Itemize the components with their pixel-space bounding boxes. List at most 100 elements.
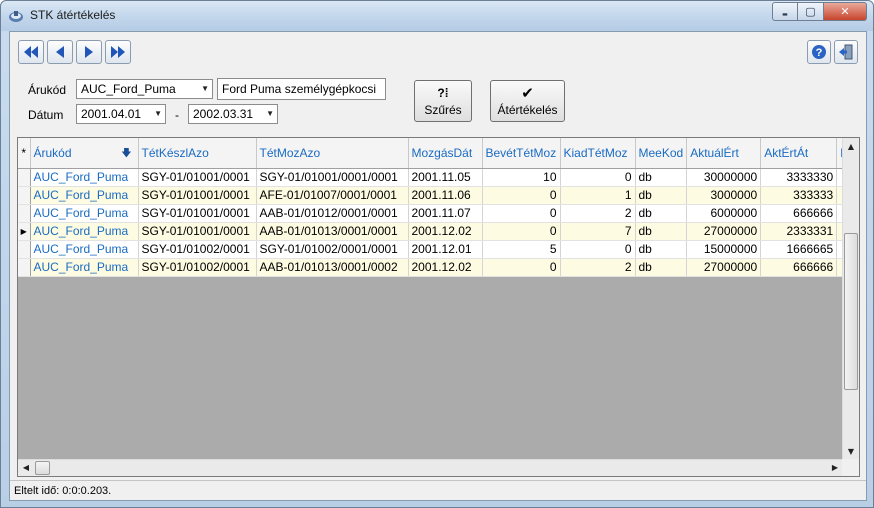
table-cell[interactable]: AUC_Ford_Puma (30, 240, 139, 259)
next-record-button[interactable] (76, 40, 102, 64)
table-cell[interactable]: AAB-01/01012/0001/0001 (256, 204, 409, 223)
table-cell[interactable]: AUC_Ford_Puma (30, 168, 139, 187)
table-cell[interactable]: 6000000 (686, 204, 762, 223)
table-cell[interactable]: 2 (560, 258, 636, 277)
table-cell[interactable]: AAB-01/01013/0001/0001 (256, 222, 409, 241)
table-cell[interactable]: db (635, 240, 688, 259)
table-cell[interactable]: SGY-01/01002/0001 (138, 258, 257, 277)
datum-to-picker[interactable]: 2002.03.31 ▼ (188, 104, 278, 124)
table-cell[interactable]: AAB-01/01013/0001/0002 (256, 258, 409, 277)
table-cell[interactable]: 2001.12.02 (408, 258, 483, 277)
table-cell[interactable]: 3333330 (760, 168, 838, 187)
table-row[interactable]: AUC_Ford_Puma SGY-01/01001/0001 AAB-01/010… (18, 204, 858, 223)
table-cell[interactable]: AUC_Ford_Puma (30, 258, 139, 277)
table-cell[interactable]: 0 (482, 258, 561, 277)
maximize-button[interactable]: ▢ (798, 2, 824, 21)
table-cell[interactable]: AUC_Ford_Puma (30, 186, 139, 205)
table-row[interactable]: AUC_Ford_Puma SGY-01/01001/0001 SGY-01/010… (18, 168, 858, 187)
table-cell[interactable]: 27000000 (686, 222, 762, 241)
scroll-up-icon[interactable]: ▲ (843, 138, 859, 155)
table-row[interactable]: AUC_Ford_Puma SGY-01/01002/0001 AAB-01/010… (18, 258, 858, 277)
table-row[interactable]: AUC_Ford_Puma SGY-01/01001/0001 AFE-01/010… (18, 186, 858, 205)
table-cell[interactable]: SGY-01/01001/0001 (138, 186, 257, 205)
table-cell[interactable]: 2001.12.01 (408, 240, 483, 259)
table-cell[interactable]: 27000000 (686, 258, 762, 277)
table-cell[interactable]: 15000000 (686, 240, 762, 259)
table-cell[interactable]: SGY-01/01001/0001/0001 (256, 168, 409, 187)
scroll-down-icon[interactable]: ▼ (843, 443, 859, 460)
table-cell[interactable]: 3000000 (686, 186, 762, 205)
table-cell[interactable]: 2001.11.06 (408, 186, 483, 205)
column-header-aktualert[interactable]: AktuálÉrt (686, 138, 762, 169)
table-cell[interactable]: db (635, 168, 688, 187)
table-cell[interactable]: 7 (560, 222, 636, 241)
table-cell[interactable]: 0 (482, 222, 561, 241)
table-cell[interactable]: db (635, 258, 688, 277)
table-cell[interactable]: 2 (560, 204, 636, 223)
table-cell[interactable]: 0 (482, 186, 561, 205)
table-cell[interactable]: db (635, 186, 688, 205)
column-header-tetmozazo[interactable]: TétMozAzo (256, 138, 409, 169)
table-cell[interactable]: 666666 (760, 204, 838, 223)
table-cell[interactable]: 0 (482, 204, 561, 223)
column-header-kiadtetmoz[interactable]: KiadTétMoz (560, 138, 636, 169)
checkmark-icon: ✔ (521, 85, 534, 102)
data-grid[interactable]: * Árukód 🡇 TétKészlAzo TétMozAzo MozgásDá… (17, 137, 860, 477)
column-header-arukod[interactable]: Árukód 🡇 (30, 138, 139, 169)
row-indicator[interactable] (18, 186, 31, 205)
table-cell[interactable]: 1 (560, 186, 636, 205)
table-cell[interactable]: 2001.12.02 (408, 222, 483, 241)
table-cell[interactable]: 0 (560, 168, 636, 187)
title-bar[interactable]: STK átértékelés ▬ ▢ ✕ (1, 1, 873, 31)
row-indicator[interactable] (18, 168, 31, 187)
datum-from-picker[interactable]: 2001.04.01 ▼ (76, 104, 166, 124)
last-record-button[interactable] (105, 40, 131, 64)
vertical-scrollbar[interactable]: ▲ ▼ (842, 138, 859, 460)
table-cell[interactable]: 5 (482, 240, 561, 259)
table-cell[interactable]: AUC_Ford_Puma (30, 222, 139, 241)
column-header-tetkeszlazo[interactable]: TétKészlAzo (138, 138, 257, 169)
exit-button[interactable] (834, 40, 858, 64)
table-cell[interactable]: db (635, 204, 688, 223)
column-header-mozgasdat[interactable]: MozgásDát (408, 138, 483, 169)
table-cell[interactable]: SGY-01/01002/0001 (138, 240, 257, 259)
arukod-combo[interactable]: AUC_Ford_Puma ▼ (76, 79, 213, 99)
table-cell[interactable]: 333333 (760, 186, 838, 205)
table-cell[interactable]: AUC_Ford_Puma (30, 204, 139, 223)
prev-record-button[interactable] (47, 40, 73, 64)
table-cell[interactable]: SGY-01/01002/0001/0001 (256, 240, 409, 259)
table-cell[interactable]: SGY-01/01001/0001 (138, 204, 257, 223)
table-cell[interactable]: 1666665 (760, 240, 838, 259)
row-indicator[interactable] (18, 204, 31, 223)
table-cell[interactable]: db (635, 222, 688, 241)
close-button[interactable]: ✕ (824, 2, 867, 21)
table-row[interactable]: AUC_Ford_Puma SGY-01/01002/0001 SGY-01/010… (18, 240, 858, 259)
table-row[interactable]: ▶ AUC_Ford_Puma SGY-01/01001/0001 AAB-01/01… (18, 222, 858, 241)
horizontal-scroll-thumb[interactable] (35, 461, 50, 475)
help-button[interactable]: ? (807, 40, 831, 64)
table-cell[interactable]: 0 (560, 240, 636, 259)
row-indicator[interactable]: ▶ (18, 222, 31, 241)
table-cell[interactable]: 10 (482, 168, 561, 187)
minimize-button[interactable]: ▬ (772, 2, 798, 21)
szures-button[interactable]: ?⁞ Szűrés (414, 80, 472, 122)
table-cell[interactable]: 2001.11.05 (408, 168, 483, 187)
column-header-aktertat[interactable]: AktÉrtÁt (760, 138, 838, 169)
first-record-button[interactable] (18, 40, 44, 64)
horizontal-scrollbar[interactable]: ◀ ▶ (18, 459, 843, 476)
table-cell[interactable]: 666666 (760, 258, 838, 277)
vertical-scroll-thumb[interactable] (844, 233, 858, 390)
table-cell[interactable]: AFE-01/01007/0001/0001 (256, 186, 409, 205)
row-indicator[interactable] (18, 258, 31, 277)
atertekeles-button[interactable]: ✔ Átértékelés (490, 80, 565, 122)
row-indicator[interactable] (18, 240, 31, 259)
scroll-right-icon[interactable]: ▶ (827, 460, 843, 476)
table-cell[interactable]: 2001.11.07 (408, 204, 483, 223)
table-cell[interactable]: 2333331 (760, 222, 838, 241)
column-header-bevettetmoz[interactable]: BevétTétMoz (482, 138, 561, 169)
table-cell[interactable]: 30000000 (686, 168, 762, 187)
table-cell[interactable]: SGY-01/01001/0001 (138, 222, 257, 241)
table-cell[interactable]: SGY-01/01001/0001 (138, 168, 257, 187)
scroll-left-icon[interactable]: ◀ (18, 460, 34, 476)
column-header-meekod[interactable]: MeeKod (635, 138, 688, 169)
